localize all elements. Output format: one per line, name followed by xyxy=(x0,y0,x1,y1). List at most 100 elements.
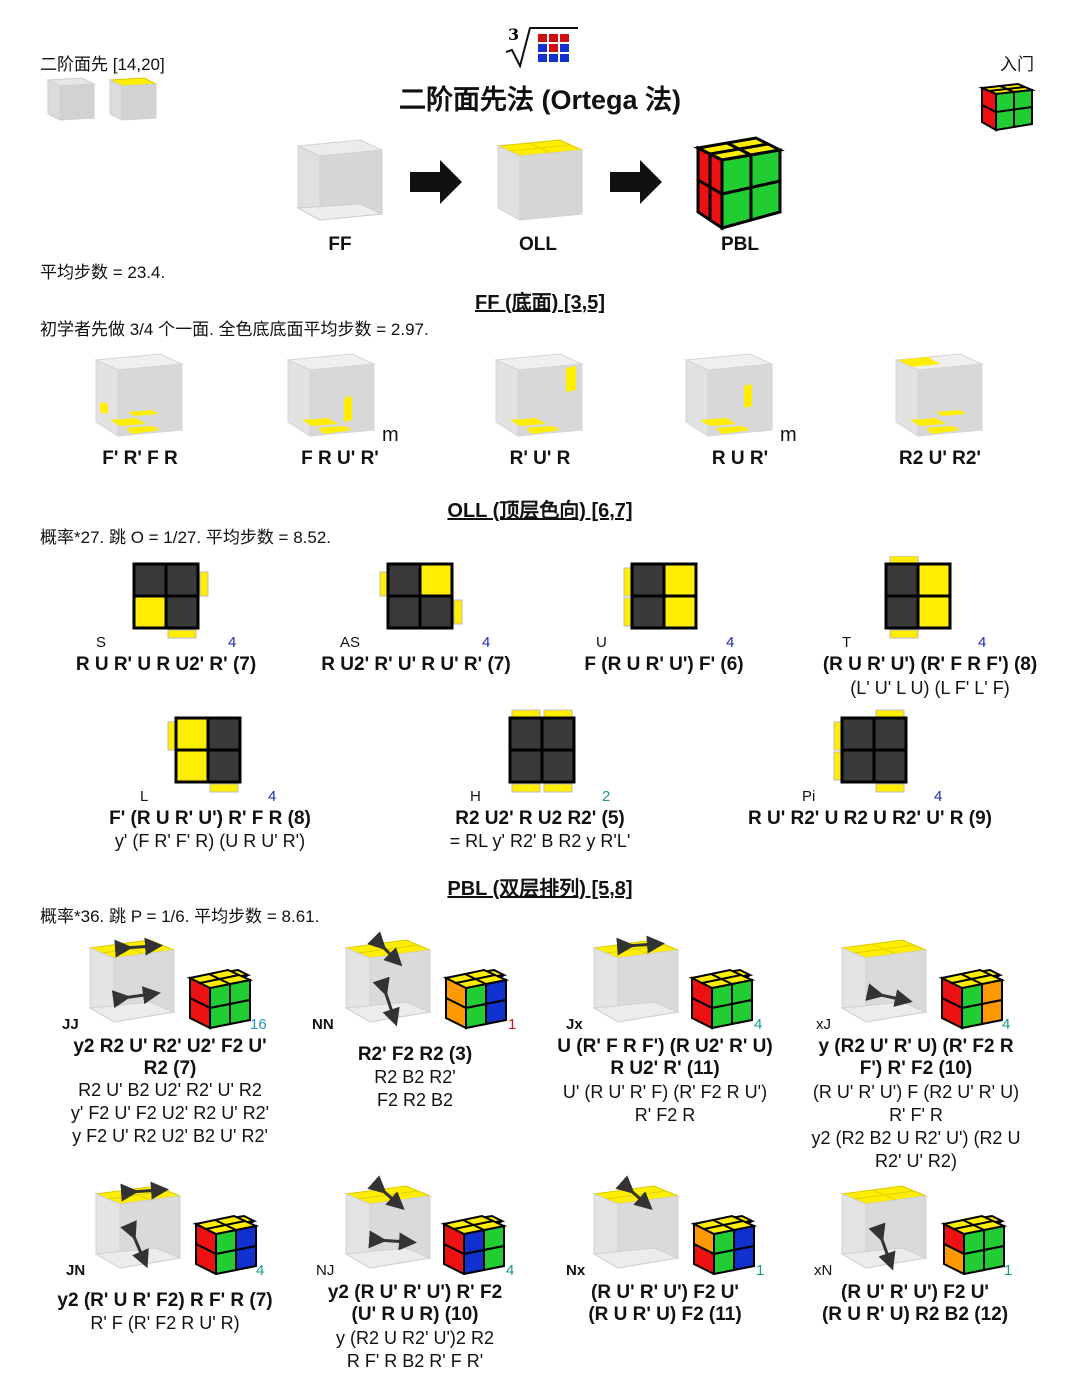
pbl-alt-line: y2 (R2 B2 U R2' U') (R2 U xyxy=(811,1128,1021,1148)
oll-case-count: 4 xyxy=(228,634,237,651)
pbl-jj-result-cube-icon xyxy=(186,968,254,1030)
oll-alg: (R U R' U') (R' F R F') (8) xyxy=(822,654,1038,675)
oll-t-diagram-icon xyxy=(884,556,952,639)
pbl-alg-line: y2 R2 U' R2' U2' F2 U' xyxy=(73,1036,267,1057)
pbl-alt-line: F2 R2 B2 xyxy=(376,1090,454,1110)
oll-case-name: T xyxy=(842,634,852,651)
pbl-alt-line: R2 U' B2 U2' R2' U' R2 xyxy=(78,1080,262,1100)
oll-h-diagram-icon xyxy=(508,709,576,793)
pbl-alg-line: (U' R U R) (10) xyxy=(351,1304,479,1325)
pbl-alg-line: (R U R' U) R2 B2 (12) xyxy=(821,1304,1009,1325)
pbl-description: 概率*36. 跳 P = 1/6. 平均步数 = 8.61. xyxy=(40,907,320,926)
ff-alg: F R U' R' xyxy=(301,448,379,469)
level-label: 入门 xyxy=(1000,55,1034,74)
pbl-case-count: 1 xyxy=(756,1262,765,1279)
oll-case-name: U xyxy=(596,634,607,651)
pbl-alg-line: (R U' R' U') F2 U' xyxy=(841,1282,989,1303)
oll-section-title: OLL (顶层色向) [6,7] xyxy=(447,500,633,522)
pbl-jx-result-cube-icon xyxy=(688,968,756,1030)
pbl-xn-result-cube-icon xyxy=(940,1214,1008,1275)
oll-case-name: AS xyxy=(340,634,361,651)
oll-as-diagram-icon xyxy=(379,562,463,630)
pbl-case-count: 4 xyxy=(256,1262,265,1279)
pbl-alg-line: y (R2 U' R' U) (R' F2 R xyxy=(818,1036,1014,1057)
pbl-case-name: NJ xyxy=(316,1262,335,1279)
pbl-case-name: JN xyxy=(66,1262,86,1279)
ff-alg: R2 U' R2' xyxy=(899,448,981,469)
ff-case-diagrams xyxy=(94,353,984,437)
oll-alg: F (R U R' U') F' (6) xyxy=(584,654,744,675)
ff-case-cube-icon xyxy=(286,353,376,437)
stage-diagram xyxy=(296,136,785,231)
pbl-alt-line: R2 B2 R2' xyxy=(374,1067,456,1087)
stage-ff-label: FF xyxy=(328,234,352,255)
oll-l-diagram-icon xyxy=(167,716,242,793)
pbl-xj-result-cube-icon xyxy=(938,968,1006,1030)
ff-case-cube-icon xyxy=(684,353,774,437)
oll-case-name: S xyxy=(96,634,107,651)
ff-case-cube-icon xyxy=(494,353,584,437)
pbl-case-count: 4 xyxy=(1002,1016,1011,1033)
pbl-case-count: 1 xyxy=(508,1016,517,1033)
pbl-alt-line: (R U' R' U') F (R2 U' R' U) xyxy=(812,1082,1020,1102)
svg-text:3: 3 xyxy=(508,25,519,44)
oll-case-diagrams xyxy=(132,556,952,793)
pbl-alt-line: R' F (R' F2 R U' R) xyxy=(90,1313,240,1333)
oll-case-name: H xyxy=(470,788,481,805)
oll-alg: R U2' R' U' R U' R' (7) xyxy=(321,654,511,675)
oll-s-diagram-icon xyxy=(132,562,209,639)
cube-root-logo: 3 xyxy=(505,25,578,69)
oll-description: 概率*27. 跳 O = 1/27. 平均步数 = 8.52. xyxy=(40,528,332,547)
pbl-alt-line: R' F' R xyxy=(889,1105,943,1125)
pbl-alg-line: R2' F2 R2 (3) xyxy=(357,1044,473,1065)
pbl-case-name: Nx xyxy=(566,1262,586,1279)
oll-alg: R2 U2' R U2 R2' (5) xyxy=(455,808,625,829)
arrow-right-icon xyxy=(610,160,662,204)
oll-alg: R U' R2' U R2 U R2' U' R (9) xyxy=(748,808,992,829)
pbl-case-count: 1 xyxy=(1004,1262,1013,1279)
pbl-case-name: NN xyxy=(312,1016,334,1033)
solved-cube-icon xyxy=(978,82,1036,132)
pbl-nj-result-cube-icon xyxy=(440,1214,508,1275)
ff-alg: F' R' F R xyxy=(102,448,178,469)
pbl-case-name: xJ xyxy=(816,1016,831,1033)
pbl-alg-line: y2 (R' U R' F2) R F' R (7) xyxy=(57,1290,273,1311)
pbl-case-name: JJ xyxy=(62,1016,79,1033)
pbl-case-name: xN xyxy=(814,1262,833,1279)
pbl-alt-line: R' F2 R xyxy=(634,1105,696,1125)
pbl-alg-line: R U2' R' (11) xyxy=(610,1058,720,1079)
pbl-alg-line: F') R' F2 (10) xyxy=(859,1058,973,1079)
avg-moves: 平均步数 = 23.4. xyxy=(40,263,166,282)
pbl-alg-line: y2 (R U' R' U') R' F2 xyxy=(327,1282,503,1303)
oll-case-count: 4 xyxy=(482,634,491,651)
pbl-alt-line: y (R2 U R2' U')2 R2 xyxy=(336,1328,494,1348)
oll-case-name: L xyxy=(140,788,149,805)
oll-case-count: 4 xyxy=(978,634,987,651)
pbl-case-count: 4 xyxy=(754,1016,763,1033)
pbl-alt-line: R2' U' R2) xyxy=(875,1151,957,1171)
oll-alg: F' (R U R' U') R' F R (8) xyxy=(109,808,311,829)
pbl-alt-line: y F2 U' R2 U2' B2 U' R2' xyxy=(72,1126,268,1146)
ff-alg: R U R' xyxy=(711,448,769,469)
oll-u-diagram-icon xyxy=(623,562,698,630)
oll-case-count: 2 xyxy=(602,788,611,805)
ff-section-title: FF (底面) [3,5] xyxy=(475,292,605,314)
page-title: 二阶面先法 (Ortega 法) xyxy=(398,85,681,115)
oll-case-count: 4 xyxy=(934,788,943,805)
pbl-nx-result-cube-icon xyxy=(690,1214,758,1275)
pbl-alt-line: R F' R B2 R' F R' xyxy=(346,1351,484,1371)
ff-mirror-mark: m xyxy=(382,424,399,446)
oll-pi-diagram-icon xyxy=(833,709,908,793)
pbl-alg-line: U (R' F R F') (R U2' R' U) xyxy=(557,1036,773,1057)
pbl-nn-result-cube-icon xyxy=(442,968,510,1030)
pbl-jn-result-cube-icon xyxy=(192,1214,260,1275)
arrow-right-icon xyxy=(410,160,462,204)
oll-case-count: 4 xyxy=(726,634,735,651)
oll-alt-alg: (L' U' L U) (L F' L' F) xyxy=(850,678,1010,698)
pbl-alg-line: (R U' R' U') F2 U' xyxy=(591,1282,739,1303)
stage-ff-cube-icon xyxy=(296,139,384,221)
oll-case-count: 4 xyxy=(268,788,277,805)
oll-alt-alg: = RL y' R2' B R2 y R'L' xyxy=(449,831,631,851)
ff-mirror-mark: m xyxy=(780,424,797,446)
pbl-alt-line: y' F2 U' F2 U2' R2 U' R2' xyxy=(70,1103,270,1123)
